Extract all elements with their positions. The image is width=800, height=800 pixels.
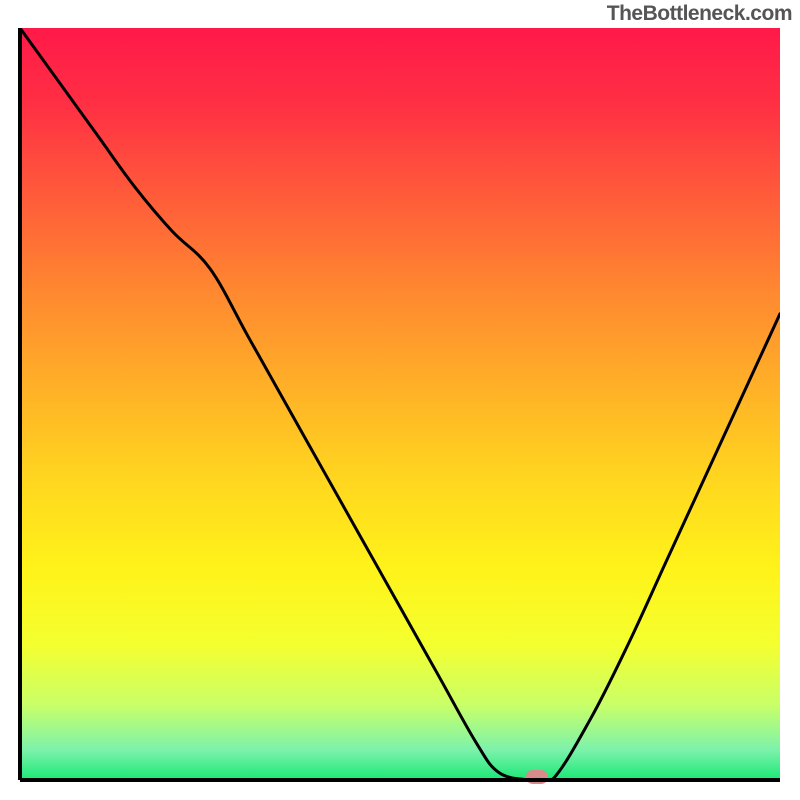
axes [0, 0, 800, 800]
watermark-text: TheBottleneck.com [607, 2, 792, 26]
plot-container [0, 0, 800, 800]
